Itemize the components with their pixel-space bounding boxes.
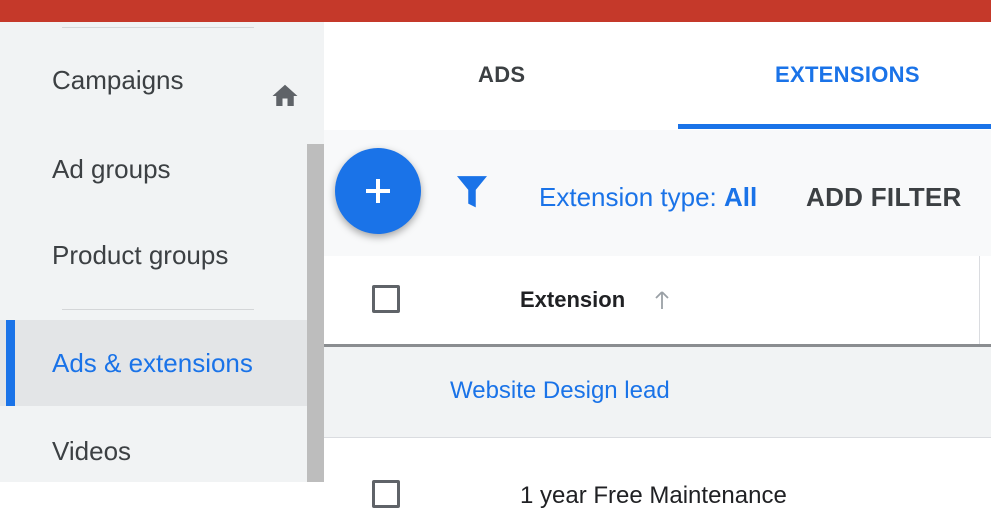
top-color-bar [0, 0, 991, 22]
extension-type-filter[interactable]: Extension type: All [539, 182, 757, 213]
table-header: Extension [324, 256, 991, 347]
column-header-extension[interactable]: Extension [520, 287, 625, 313]
row-checkbox[interactable] [372, 480, 400, 508]
home-icon[interactable] [268, 81, 302, 111]
sidebar-item-label: Videos [52, 436, 132, 466]
sidebar-item-videos[interactable]: Videos [0, 408, 308, 482]
plus-icon [366, 179, 390, 203]
toolbar: Extension type: All ADD FILTER [324, 130, 991, 256]
active-tab-indicator [678, 124, 991, 129]
sidebar-item-ads-extensions[interactable]: Ads & extensions [0, 320, 308, 406]
main-panel: ADS EXTENSIONS Extension type: All ADD F… [324, 22, 991, 518]
group-link[interactable]: Website Design lead [450, 377, 670, 405]
sidebar-item-campaigns[interactable]: Campaigns [0, 36, 308, 122]
tab-ads[interactable]: ADS [478, 62, 525, 88]
add-filter-button[interactable]: ADD FILTER [806, 182, 962, 213]
sidebar-divider [62, 309, 254, 310]
table-row: 1 year Free Maintenance [324, 438, 991, 518]
extension-type-value: All [724, 182, 758, 212]
sidebar-scrollbar[interactable] [307, 144, 324, 482]
add-extension-button[interactable] [335, 148, 421, 234]
sidebar-item-label: Campaigns [52, 65, 184, 95]
tab-bar: ADS EXTENSIONS [324, 22, 991, 131]
sidebar-item-label: Product groups [52, 240, 229, 270]
active-indicator [6, 320, 15, 406]
sidebar-item-product-groups[interactable]: Product groups [0, 212, 308, 298]
sidebar-divider [62, 27, 254, 28]
sidebar-item-label: Ad groups [52, 154, 171, 184]
column-separator [979, 256, 980, 344]
arrow-up-icon[interactable] [654, 290, 670, 310]
sidebar-item-label: Ads & extensions [52, 348, 253, 378]
sidebar-nav: Campaigns Ad groups Product groups Ads &… [0, 22, 324, 482]
tab-extensions[interactable]: EXTENSIONS [775, 62, 920, 88]
extension-type-label: Extension type: [539, 182, 717, 212]
row-extension-text[interactable]: 1 year Free Maintenance [520, 482, 787, 510]
select-all-checkbox[interactable] [372, 285, 400, 313]
table-group-row: Website Design lead [324, 347, 991, 438]
filter-icon[interactable] [457, 176, 487, 210]
sidebar-item-ad-groups[interactable]: Ad groups [0, 124, 308, 210]
